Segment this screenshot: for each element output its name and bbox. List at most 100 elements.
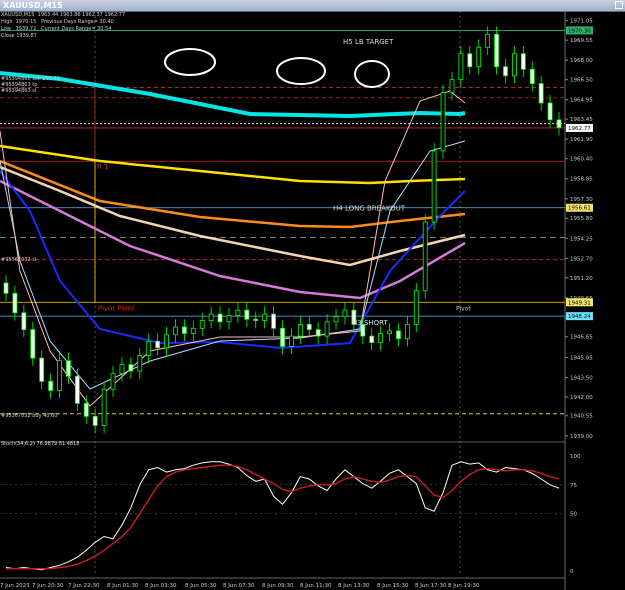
x-tick-label: 7 Jun 2023 bbox=[0, 583, 30, 589]
candle-body bbox=[467, 53, 473, 68]
candle-body bbox=[280, 327, 285, 347]
info-line-4: Close 1939.87 bbox=[1, 33, 37, 39]
y-tick-label: 1964.95 bbox=[570, 98, 593, 104]
annotation-ellipse bbox=[354, 60, 390, 88]
y-tick-label: 1969.55 bbox=[570, 38, 593, 44]
x-tick-label: 8 Jun 05:30 bbox=[185, 583, 217, 589]
candle-body bbox=[155, 340, 161, 349]
y-tick-label: 1968.00 bbox=[570, 58, 593, 64]
y-tick-label: 1971.05 bbox=[570, 19, 593, 25]
x-tick-label: 8 Jun 07:30 bbox=[223, 583, 255, 589]
level-label-h3: H3 SHORT bbox=[352, 319, 389, 327]
candle-body bbox=[556, 119, 562, 128]
stoch-tick-label: 50 bbox=[570, 512, 577, 518]
price-badge-label: 1970.30 bbox=[568, 28, 591, 34]
level-label-h5: H5 LB TARGET bbox=[343, 38, 394, 46]
price-badge-label: 1962.77 bbox=[568, 126, 591, 132]
cyan-ma bbox=[0, 71, 466, 119]
stoch-tick-label: 100 bbox=[570, 454, 581, 460]
candle-body bbox=[253, 318, 259, 321]
y-tick-label: 1961.90 bbox=[570, 137, 593, 143]
x-tick-label: 8 Jun 11:30 bbox=[300, 583, 332, 589]
candle-body bbox=[208, 313, 214, 321]
y-tick-label: 1943.50 bbox=[570, 376, 593, 382]
candle-body bbox=[413, 290, 419, 325]
y-tick-label: 1966.50 bbox=[570, 78, 593, 84]
y-tick-label: 1940.55 bbox=[570, 414, 593, 420]
candle-body bbox=[440, 92, 446, 152]
window-title: XAUUSD,M15 bbox=[3, 1, 63, 10]
candle-body bbox=[458, 53, 464, 81]
candle-body bbox=[369, 335, 375, 343]
buy-order-label: #95367032 buy 40.00 bbox=[1, 413, 58, 419]
candle-body bbox=[74, 375, 80, 404]
candle-body bbox=[48, 381, 53, 391]
x-tick-label: 7 Jun 20:30 bbox=[32, 583, 64, 589]
candle-body bbox=[431, 150, 437, 223]
y-tick-label: 1963.45 bbox=[570, 117, 593, 123]
y-tick-label: 1960.40 bbox=[570, 157, 593, 163]
candle-body bbox=[146, 340, 152, 356]
candle-body bbox=[190, 327, 196, 334]
order-label-sl: #95394863 sl bbox=[1, 88, 37, 94]
info-line-1: XAUUSD,M15 1963.44 1963.86 1962.37 1962.… bbox=[1, 12, 126, 18]
candle-body bbox=[21, 312, 27, 331]
candle-body bbox=[494, 33, 499, 68]
candle-body bbox=[39, 357, 45, 382]
candle-body bbox=[387, 330, 392, 334]
candle-body bbox=[12, 292, 18, 314]
candle-body bbox=[449, 79, 455, 93]
candle-body bbox=[342, 309, 348, 318]
stoch-tick-label: 75 bbox=[570, 483, 577, 489]
candle-body bbox=[30, 329, 36, 359]
candle-body bbox=[306, 324, 312, 331]
candle-body bbox=[289, 335, 294, 347]
violet-ma bbox=[0, 179, 466, 300]
price-chart[interactable]: H5 LB TARGET R 1 H4 LONG BREAKOUT Pivot Poi… bbox=[0, 11, 625, 590]
x-tick-label: 8 Jun 17:30 bbox=[415, 583, 447, 589]
y-tick-label: 1951.20 bbox=[570, 276, 593, 282]
candle-body bbox=[164, 334, 169, 349]
candle-body bbox=[529, 68, 535, 84]
maximize-icon[interactable] bbox=[615, 1, 623, 9]
candle-body bbox=[503, 66, 508, 77]
chart-window: XAUUSD,M15 H5 LB TARGET R 1 H4 LONG BREAKO… bbox=[0, 0, 625, 590]
candle-body bbox=[404, 324, 410, 340]
x-tick-label: 7 Jun 22:30 bbox=[68, 583, 100, 589]
dotted-order-label: #95367032 sl bbox=[1, 257, 37, 263]
yellow-ma bbox=[0, 144, 466, 185]
x-tick-label: 8 Jun 13:30 bbox=[338, 583, 370, 589]
candle-body bbox=[66, 360, 71, 377]
candle-body bbox=[520, 53, 526, 70]
y-tick-label: 1958.85 bbox=[570, 177, 593, 183]
candle-body bbox=[119, 364, 125, 375]
y-tick-label: 1939.00 bbox=[570, 434, 593, 440]
y-tick-label: 1955.80 bbox=[570, 216, 593, 222]
candle-body bbox=[422, 221, 428, 292]
candle-body bbox=[226, 314, 232, 323]
x-tick-label: 8 Jun 01:30 bbox=[107, 583, 139, 589]
level-label-r1: R 1 bbox=[97, 163, 109, 171]
level-label-pivot: Pivot bbox=[456, 305, 471, 312]
x-tick-label: 8 Jun 19:30 bbox=[448, 583, 480, 589]
price-badge-label: 1956.61 bbox=[568, 206, 591, 212]
candle-body bbox=[315, 329, 321, 337]
y-tick-label: 1946.65 bbox=[570, 335, 593, 341]
candle-body bbox=[262, 313, 268, 321]
candle-body bbox=[297, 324, 303, 337]
candle-body bbox=[333, 316, 339, 323]
candle-body bbox=[181, 326, 187, 334]
y-tick-label: 1942.00 bbox=[570, 395, 593, 401]
annotation-ellipse bbox=[276, 57, 326, 85]
x-tick-label: 8 Jun 15:30 bbox=[377, 583, 409, 589]
stoch-label: Stoch(34,6,2) 76.9879 81.4818 bbox=[1, 441, 80, 447]
candle-body bbox=[396, 330, 401, 340]
price-badge-label: 1949.31 bbox=[568, 300, 591, 306]
y-tick-label: 1954.25 bbox=[570, 236, 593, 242]
candle-body bbox=[538, 83, 544, 104]
price-badge-label: 1948.24 bbox=[568, 314, 591, 320]
annotation-ellipse bbox=[164, 48, 216, 76]
stoch-tick-label: 0 bbox=[570, 569, 574, 575]
level-label-h4: H4 LONG BREAKOUT bbox=[333, 205, 406, 213]
y-tick-label: 1957.30 bbox=[570, 197, 593, 203]
